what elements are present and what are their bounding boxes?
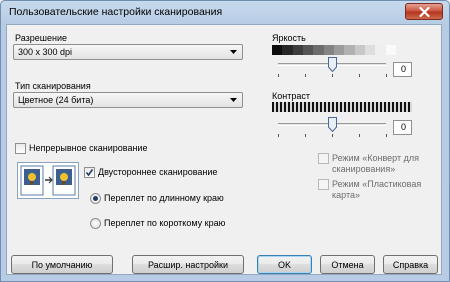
- brightness-value-field[interactable]: 0: [393, 62, 412, 77]
- plastic-card-checkbox[interactable]: [318, 179, 329, 190]
- short-edge-label: Переплет по короткому краю: [104, 218, 226, 228]
- carrier-sheet-label-line2: сканирования»: [332, 164, 396, 174]
- ok-button[interactable]: OK: [257, 255, 312, 274]
- close-button[interactable]: [405, 3, 443, 20]
- long-edge-radio[interactable]: [90, 193, 101, 204]
- contrast-value-field[interactable]: 0: [393, 120, 412, 135]
- contrast-pattern-strip: [272, 102, 412, 112]
- duplex-scan-label: Двустороннее сканирование: [98, 167, 218, 177]
- dropdown-arrow-icon: [230, 98, 237, 102]
- resolution-select[interactable]: 300 x 300 dpi: [13, 44, 243, 60]
- continuous-scan-label: Непрерывное сканирование: [29, 143, 148, 153]
- checkmark-icon: [85, 169, 94, 177]
- cancel-button[interactable]: Отмена: [320, 255, 375, 274]
- duplex-scan-checkbox[interactable]: [84, 167, 95, 178]
- duplex-pages-icon: [17, 162, 79, 199]
- carrier-sheet-label-line1: Режим «Конверт для: [332, 153, 419, 163]
- window-title: Пользовательские настройки сканирования: [9, 6, 223, 18]
- contrast-label: Контраст: [272, 91, 310, 101]
- advanced-settings-button[interactable]: Расшир. настройки: [132, 255, 244, 274]
- default-button[interactable]: По умолчанию: [11, 255, 113, 274]
- slider-thumb-icon: [328, 117, 337, 133]
- scan-type-select[interactable]: Цветное (24 бита): [13, 92, 243, 108]
- carrier-sheet-checkbox[interactable]: [318, 153, 329, 164]
- resolution-label: Разрешение: [15, 33, 67, 43]
- continuous-scan-checkbox[interactable]: [15, 143, 26, 154]
- plastic-card-label-line2: карта»: [332, 190, 360, 200]
- contrast-slider-thumb[interactable]: [328, 117, 337, 133]
- dropdown-arrow-icon: [230, 50, 237, 54]
- help-button[interactable]: Справка: [383, 255, 438, 274]
- resolution-value: 300 x 300 dpi: [18, 47, 73, 57]
- plastic-card-label-line1: Режим «Пластиковая: [332, 179, 422, 189]
- close-icon: [418, 6, 430, 17]
- slider-thumb-icon: [328, 57, 337, 73]
- short-edge-radio[interactable]: [90, 218, 101, 229]
- long-edge-label: Переплет по длинному краю: [104, 193, 224, 203]
- brightness-gradient-strip: [272, 45, 396, 55]
- title-bar[interactable]: Пользовательские настройки сканирования: [1, 1, 449, 23]
- scan-type-label: Тип сканирования: [15, 81, 91, 91]
- scan-type-value: Цветное (24 бита): [18, 95, 94, 105]
- brightness-slider-thumb[interactable]: [328, 57, 337, 73]
- brightness-label: Яркость: [272, 33, 306, 43]
